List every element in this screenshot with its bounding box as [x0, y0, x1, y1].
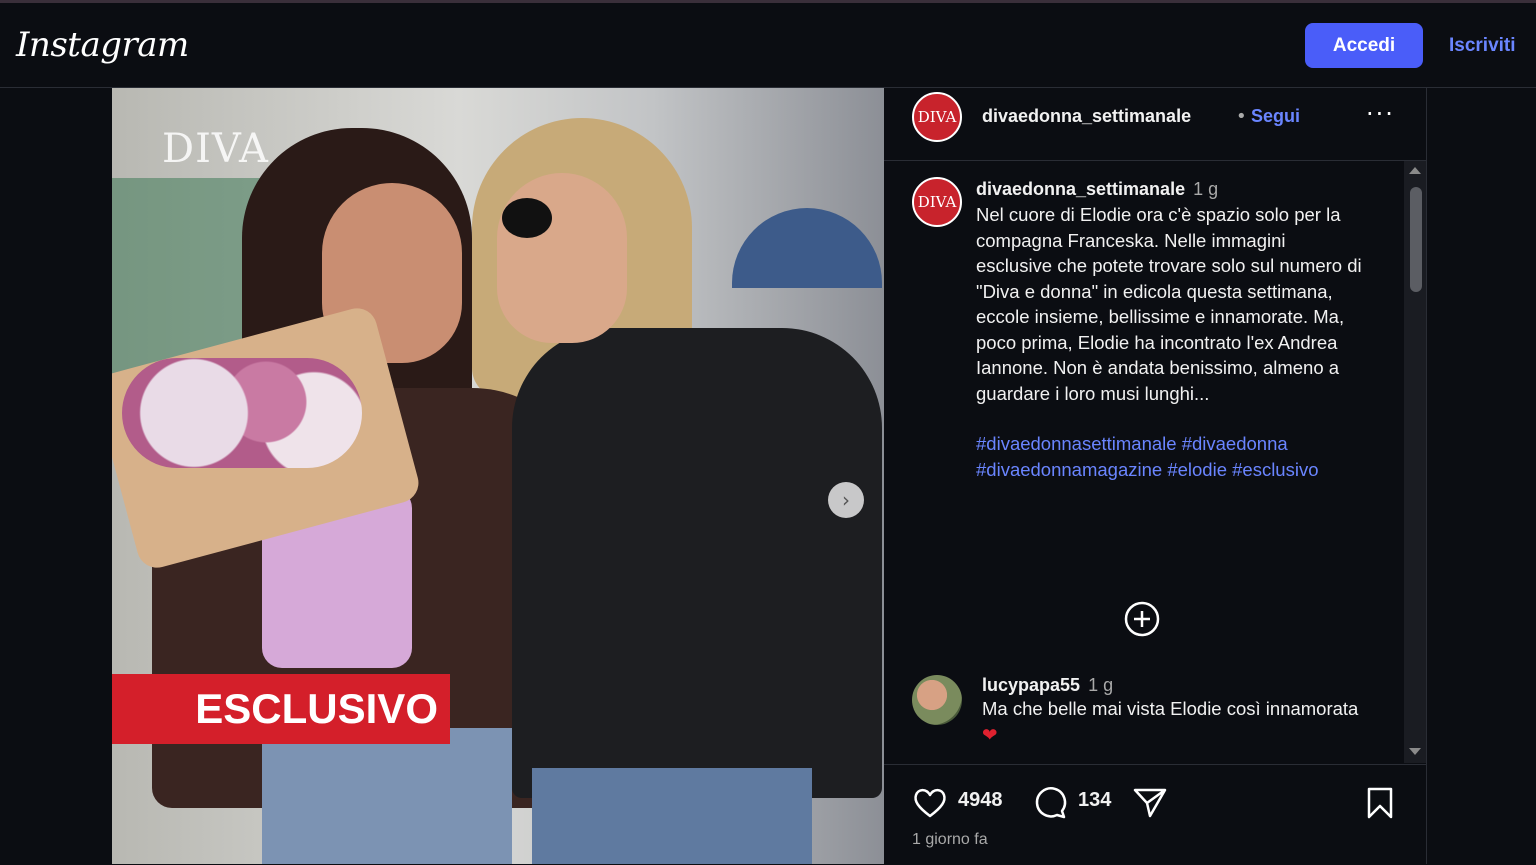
leather-jacket — [512, 328, 882, 798]
comments-list[interactable]: DIVA divaedonna_settimanale 1 g Nel cuore… — [884, 161, 1404, 763]
sunglasses — [502, 198, 552, 238]
comments-count[interactable]: 134 — [1078, 789, 1111, 812]
scroll-up-arrow-icon[interactable] — [1409, 167, 1421, 174]
post-image[interactable]: DIVA ESCLUSIVO › — [112, 88, 884, 864]
bookmark-icon[interactable] — [1362, 785, 1398, 821]
post-actions: 4948 134 1 giorno fa — [884, 764, 1426, 865]
separator-dot: • — [1236, 106, 1247, 127]
red-heart-emoji: ❤ — [982, 724, 998, 745]
chevron-right-icon: › — [842, 488, 850, 512]
like-heart-icon[interactable] — [912, 785, 948, 821]
comment-item: lucypapa55 1 g Ma che belle mai vista Elo… — [982, 675, 1372, 748]
caption-text: Nel cuore di Elodie ora c'è spazio solo … — [976, 204, 1362, 404]
share-send-icon[interactable] — [1132, 785, 1168, 821]
caption-hashtags[interactable]: #divaedonnasettimanale #divaedonna #diva… — [976, 431, 1366, 482]
comment-username[interactable]: lucypapa55 — [982, 675, 1080, 695]
top-bar: Instagram Accedi Iscriviti — [0, 3, 1536, 88]
author-avatar[interactable]: DIVA — [912, 92, 962, 142]
left-jeans — [262, 728, 512, 864]
exclusive-badge: ESCLUSIVO — [112, 674, 450, 744]
caption-avatar[interactable]: DIVA — [912, 177, 962, 227]
post-date: 1 giorno fa — [912, 831, 988, 848]
comment-icon[interactable] — [1032, 785, 1068, 821]
next-image-button[interactable]: › — [828, 482, 864, 518]
comment-text-wrapper: Ma che belle mai vista Elodie così innam… — [982, 696, 1372, 748]
likes-count[interactable]: 4948 — [958, 789, 1003, 812]
comments-scrollbar[interactable] — [1404, 161, 1426, 763]
right-jeans — [532, 768, 812, 864]
post-details-panel: DIVA divaedonna_settimanale • Segui ··· … — [884, 88, 1427, 864]
scroll-down-arrow-icon[interactable] — [1409, 748, 1421, 755]
follow-button[interactable]: Segui — [1251, 106, 1300, 127]
author-username[interactable]: divaedonna_settimanale — [982, 106, 1191, 127]
comment-time: 1 g — [1088, 675, 1114, 695]
right-person-face — [497, 173, 627, 343]
flower-bouquet — [122, 358, 362, 468]
signup-link[interactable]: Iscriviti — [1449, 35, 1516, 57]
instagram-logo[interactable]: Instagram — [16, 25, 189, 65]
load-more-comments-icon[interactable] — [1124, 601, 1160, 637]
comment-text: Ma che belle mai vista Elodie così innam… — [982, 698, 1359, 719]
scrollbar-thumb[interactable] — [1410, 187, 1422, 292]
caption: divaedonna_settimanale 1 g Nel cuore di E… — [976, 179, 1366, 482]
diva-watermark: DIVA — [162, 126, 269, 172]
caption-time: 1 g — [1193, 179, 1219, 199]
caption-username[interactable]: divaedonna_settimanale — [976, 179, 1185, 199]
login-button[interactable]: Accedi — [1305, 23, 1423, 68]
more-options-icon[interactable]: ··· — [1366, 100, 1395, 128]
commenter-avatar[interactable] — [912, 675, 962, 725]
post-header: DIVA divaedonna_settimanale • Segui ··· — [884, 88, 1426, 161]
